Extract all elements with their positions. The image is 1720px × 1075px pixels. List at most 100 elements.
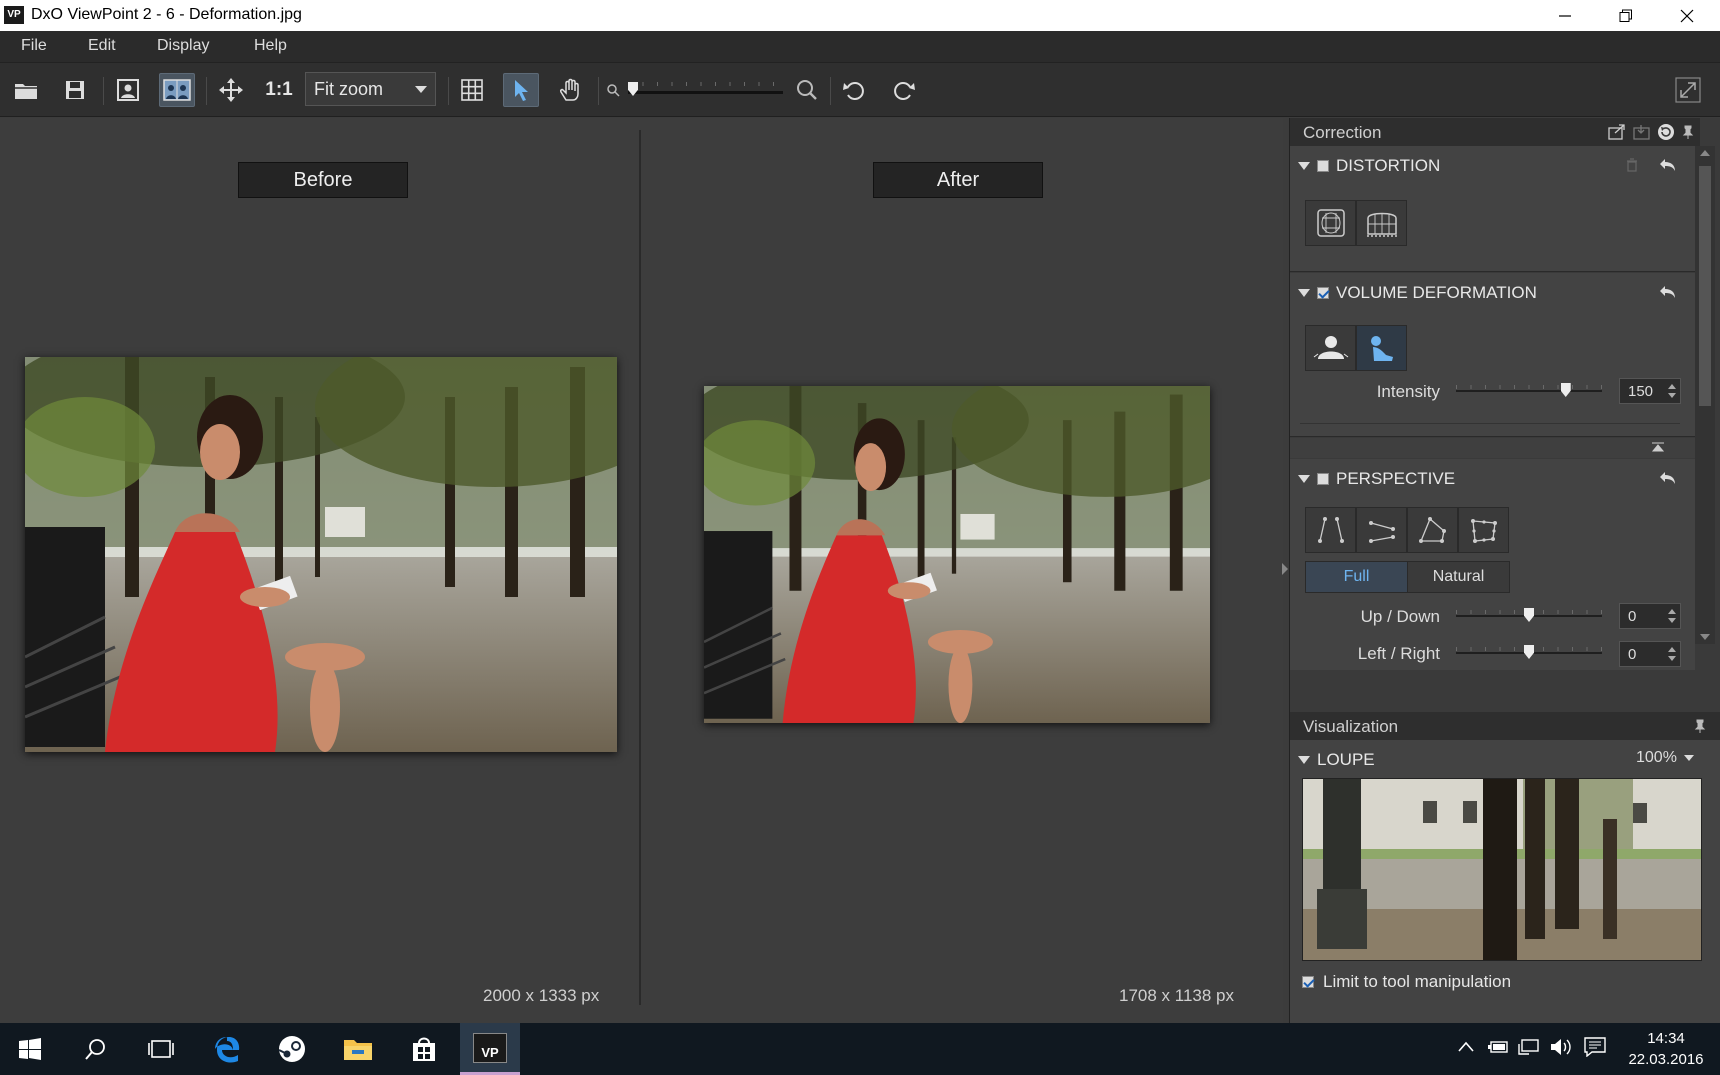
left-right-spinbox[interactable]: 0 <box>1619 641 1681 667</box>
mode-natural-button[interactable]: Natural <box>1407 562 1509 592</box>
scroll-thumb[interactable] <box>1699 166 1711 406</box>
single-view-button[interactable] <box>110 73 146 107</box>
store-button[interactable] <box>394 1023 454 1075</box>
perspective-header[interactable]: PERSPECTIVE <box>1298 469 1455 489</box>
distortion-header[interactable]: DISTORTION <box>1298 156 1440 176</box>
move-button[interactable] <box>213 73 249 107</box>
loupe-zoom-select[interactable]: 100% <box>1636 749 1694 767</box>
menu-file[interactable]: File <box>21 37 47 55</box>
intensity-slider-thumb[interactable] <box>1560 383 1571 397</box>
actual-size-button[interactable]: 1:1 <box>261 73 297 107</box>
scroll-down-icon[interactable] <box>1700 634 1710 640</box>
undo-icon[interactable] <box>1659 157 1677 173</box>
volume-title: VOLUME DEFORMATION <box>1336 283 1537 302</box>
spin-down-icon[interactable] <box>1668 618 1676 623</box>
after-photo[interactable] <box>704 386 1210 723</box>
panel-scrollbar[interactable] <box>1695 146 1715 644</box>
limit-to-tool-option[interactable]: Limit to tool manipulation <box>1302 972 1511 992</box>
grid-button[interactable] <box>454 73 490 107</box>
spin-down-icon[interactable] <box>1668 656 1676 661</box>
minimize-icon <box>1559 14 1571 17</box>
spin-up-icon[interactable] <box>1668 384 1676 389</box>
fullscreen-button[interactable] <box>1670 73 1706 107</box>
distortion-tool-anamorphic[interactable] <box>1356 200 1407 246</box>
pin-icon[interactable] <box>1694 719 1706 733</box>
left-right-slider-thumb[interactable] <box>1524 645 1534 659</box>
collapse-triangle-icon[interactable] <box>1298 289 1310 297</box>
chevron-up-icon[interactable] <box>1458 1041 1474 1053</box>
split-view-button[interactable] <box>159 73 195 107</box>
distortion-checkbox[interactable] <box>1317 160 1329 172</box>
open-button[interactable] <box>8 73 44 107</box>
trash-icon[interactable] <box>1626 158 1638 172</box>
edge-button[interactable] <box>197 1023 257 1075</box>
volume-header[interactable]: VOLUME DEFORMATION <box>1298 283 1537 303</box>
network-icon[interactable] <box>1518 1038 1540 1056</box>
reset-all-icon[interactable] <box>1657 123 1675 141</box>
close-button[interactable] <box>1658 0 1716 31</box>
menu-display[interactable]: Display <box>157 37 209 55</box>
scroll-up-icon[interactable] <box>1700 150 1710 156</box>
minimize-button[interactable] <box>1536 0 1594 31</box>
left-right-slider[interactable] <box>1456 645 1602 661</box>
limit-to-tool-checkbox[interactable] <box>1302 976 1314 988</box>
up-down-slider-thumb[interactable] <box>1524 608 1534 622</box>
zoom-slider[interactable] <box>628 82 783 98</box>
battery-icon[interactable] <box>1488 1039 1510 1055</box>
mode-full-button[interactable]: Full <box>1306 562 1407 592</box>
export-icon[interactable] <box>1608 124 1626 140</box>
collapse-triangle-icon[interactable] <box>1298 756 1310 764</box>
hand-tool-button[interactable] <box>552 73 588 107</box>
import-preset-icon[interactable] <box>1633 124 1651 140</box>
zoom-in-icon[interactable] <box>796 79 818 101</box>
zoom-out-icon[interactable] <box>606 83 620 97</box>
panel-collapse-icon[interactable] <box>1281 562 1289 576</box>
perspective-tool-eight-points[interactable] <box>1458 507 1509 553</box>
clock[interactable]: 14:34 22.03.2016 <box>1620 1028 1712 1070</box>
volume-tool-cylindrical[interactable] <box>1305 325 1356 371</box>
zoom-select[interactable]: Fit zoom <box>305 72 436 106</box>
collapse-up-icon[interactable] <box>1651 442 1665 454</box>
viewpoint-taskbar-button[interactable]: VP <box>460 1023 520 1075</box>
perspective-tool-rectangle[interactable] <box>1407 507 1458 553</box>
loupe-preview[interactable] <box>1302 778 1702 961</box>
restore-button[interactable] <box>1597 0 1655 31</box>
collapse-triangle-icon[interactable] <box>1298 475 1310 483</box>
split-divider[interactable] <box>639 130 641 1005</box>
rotate-left-button[interactable] <box>836 73 872 107</box>
steam-button[interactable] <box>262 1023 322 1075</box>
pin-icon[interactable] <box>1682 125 1694 139</box>
visualization-title: Visualization <box>1303 717 1399 736</box>
spin-up-icon[interactable] <box>1668 647 1676 652</box>
perspective-checkbox[interactable] <box>1317 473 1329 485</box>
volume-deformation-section: VOLUME DEFORMATION Intensity 150 <box>1290 273 1695 437</box>
volume-checkbox[interactable] <box>1317 287 1329 299</box>
volume-tool-spherical[interactable] <box>1356 325 1407 371</box>
pointer-tool-button[interactable] <box>503 73 539 107</box>
spin-up-icon[interactable] <box>1668 609 1676 614</box>
up-down-slider[interactable] <box>1456 608 1602 624</box>
menu-help[interactable]: Help <box>254 37 287 55</box>
perspective-tool-vertical[interactable] <box>1305 507 1356 553</box>
action-center-icon[interactable] <box>1584 1037 1606 1057</box>
undo-icon[interactable] <box>1659 284 1677 300</box>
task-view-button[interactable] <box>131 1023 191 1075</box>
undo-icon[interactable] <box>1659 470 1677 486</box>
distortion-tool-barrel[interactable] <box>1305 200 1356 246</box>
perspective-tool-horizontal[interactable] <box>1356 507 1407 553</box>
save-button[interactable] <box>57 73 93 107</box>
volume-icon[interactable] <box>1549 1038 1573 1056</box>
intensity-spinbox[interactable]: 150 <box>1619 378 1681 404</box>
rotate-right-button[interactable] <box>886 73 922 107</box>
file-explorer-button[interactable] <box>328 1023 388 1075</box>
before-photo[interactable] <box>25 357 617 752</box>
search-button[interactable] <box>66 1023 126 1075</box>
spin-down-icon[interactable] <box>1668 393 1676 398</box>
menu-edit[interactable]: Edit <box>88 37 116 55</box>
taskbar: VP 14:34 22.03.2016 <box>0 1023 1720 1075</box>
loupe-header[interactable]: LOUPE <box>1298 750 1375 770</box>
collapse-triangle-icon[interactable] <box>1298 162 1310 170</box>
intensity-slider[interactable] <box>1456 383 1602 399</box>
start-button[interactable] <box>0 1023 60 1075</box>
up-down-spinbox[interactable]: 0 <box>1619 603 1681 629</box>
